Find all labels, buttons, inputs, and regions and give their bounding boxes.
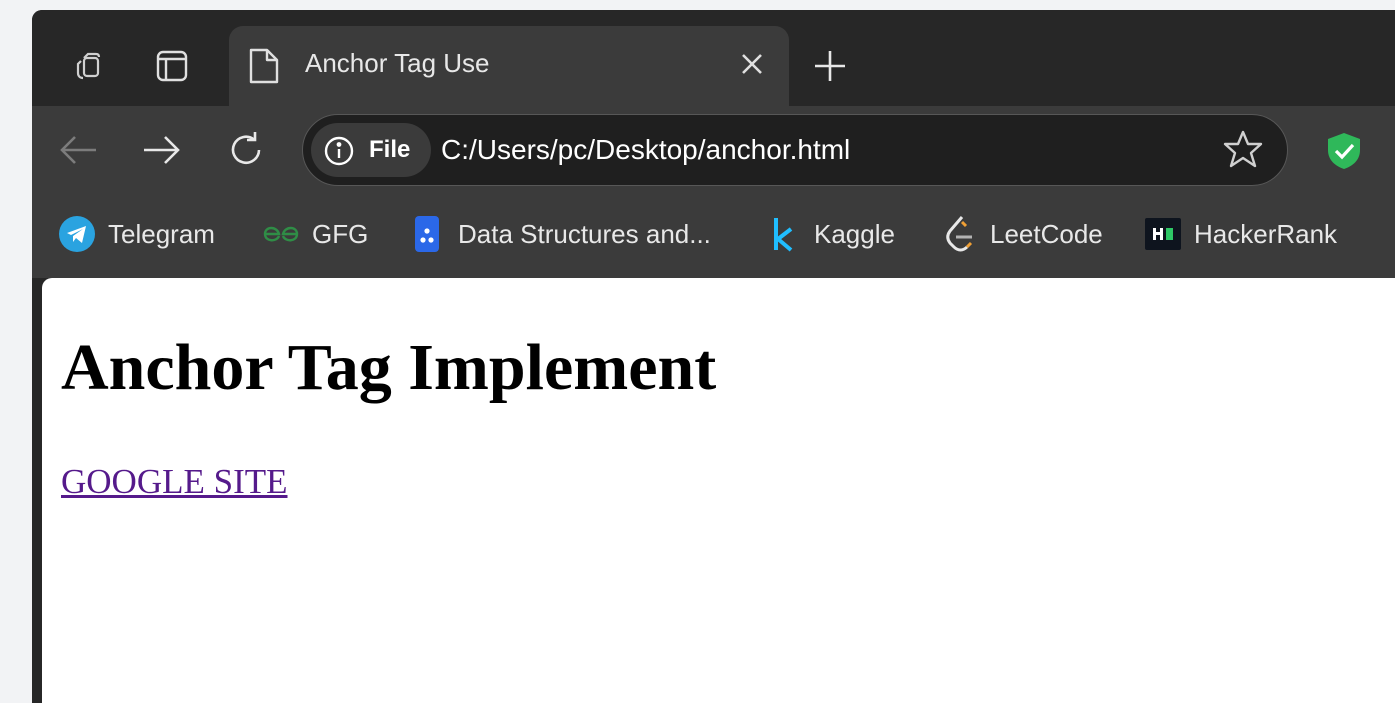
tab-active[interactable]: Anchor Tag Use [229,26,789,106]
telegram-icon [58,215,96,253]
google-site-link[interactable]: GOOGLE SITE [61,462,288,502]
bookmark-data-structures[interactable]: Data Structures and... [408,214,711,254]
workspaces-icon[interactable] [70,48,106,84]
browser-window: Anchor Tag Use File C:/Users/pc/Desktop/… [32,10,1395,703]
address-bar[interactable]: File C:/Users/pc/Desktop/anchor.html [302,114,1288,186]
bookmark-label: Kaggle [814,218,895,249]
new-tab-icon[interactable] [808,44,852,88]
bookmark-gfg[interactable]: GFG [262,214,368,254]
bookmark-label: Telegram [108,218,215,249]
hackerrank-icon [1144,215,1182,253]
gfg-icon [262,215,300,253]
page-content: Anchor Tag Implement GOOGLE SITE [42,278,1395,703]
forward-icon[interactable] [138,126,186,174]
bookmark-label: Data Structures and... [458,218,711,249]
leetcode-icon [940,215,978,253]
bookmark-leetcode[interactable]: LeetCode [940,214,1103,254]
info-icon [323,135,355,172]
bookmarks-bar: Telegram GFG Data Structures and... Kagg… [32,192,1395,278]
bookmark-label: LeetCode [990,218,1103,249]
bookmark-label: GFG [312,218,369,249]
tab-title: Anchor Tag Use [305,48,490,78]
back-icon[interactable] [54,126,102,174]
bookmark-kaggle[interactable]: Kaggle [764,214,895,254]
bookmark-telegram[interactable]: Telegram [58,214,215,254]
star-icon[interactable] [1223,129,1263,174]
page-heading: Anchor Tag Implement [61,331,717,404]
bookmark-label: HackerRank [1194,218,1338,249]
vertical-tabs-icon[interactable] [154,48,190,84]
site-info-chip[interactable]: File [311,123,431,177]
page-icon [245,47,281,90]
toolbar: File C:/Users/pc/Desktop/anchor.html [32,106,1395,192]
reload-icon[interactable] [222,126,270,174]
tab-strip: Anchor Tag Use [32,10,1395,106]
bookmark-hackerrank[interactable]: HackerRank [1144,214,1337,254]
data-structures-icon [408,215,446,253]
scheme-label: File [369,136,411,163]
url-text[interactable]: C:/Users/pc/Desktop/anchor.html [441,134,850,166]
kaggle-icon [764,215,802,253]
shield-icon[interactable] [1325,131,1363,176]
close-icon[interactable] [734,46,770,82]
